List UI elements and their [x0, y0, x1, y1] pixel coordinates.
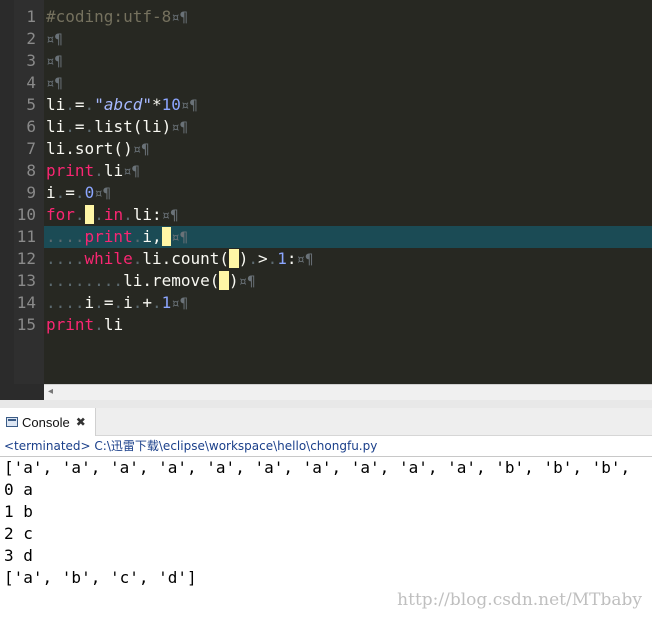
- line-number: 5: [26, 95, 36, 114]
- code-line-6[interactable]: li.=.list(li)¤¶: [46, 116, 188, 138]
- tab-console-label: Console: [22, 414, 70, 430]
- line-number: 10: [16, 205, 36, 224]
- paren: ): [229, 271, 239, 290]
- occurrence-marker: [161, 227, 172, 246]
- identifier: i: [84, 293, 95, 312]
- keyword: in: [103, 205, 124, 224]
- pilcrow-marker: ¤¶: [296, 252, 314, 268]
- colon: :: [286, 249, 297, 268]
- pilcrow-marker: ¤¶: [46, 76, 63, 92]
- number-literal: 0: [84, 183, 95, 202]
- pilcrow-marker: ¤¶: [171, 120, 189, 136]
- code-line-14[interactable]: ....i.=.i.+.1¤¶: [46, 292, 188, 314]
- watermark: http://blog.csdn.net/MTbaby: [397, 590, 642, 610]
- operator: >: [257, 249, 268, 268]
- code-line-8[interactable]: print.li¤¶: [46, 160, 140, 182]
- line-number: 4: [26, 73, 36, 92]
- code-line-1[interactable]: #coding:utf-8¤¶: [46, 6, 188, 28]
- pilcrow-marker: ¤¶: [123, 164, 140, 180]
- code-text: list(li): [94, 117, 172, 136]
- pilcrow-marker: ¤¶: [94, 186, 112, 202]
- editor-left-ruler: [0, 0, 14, 400]
- pilcrow-marker: ¤¶: [171, 230, 189, 246]
- output-line: ['a', 'a', 'a', 'a', 'a', 'a', 'a', 'a',…: [4, 458, 631, 477]
- code-line-9[interactable]: i.=.0¤¶: [46, 182, 111, 204]
- identifier: li: [103, 315, 124, 334]
- code-line-10[interactable]: for. .in.li:¤¶: [46, 204, 179, 226]
- code-line-15[interactable]: print.li: [46, 314, 123, 336]
- pilcrow-marker: ¤¶: [46, 32, 63, 48]
- line-number: 2: [26, 29, 36, 48]
- output-line: 1 b: [4, 502, 33, 521]
- code-line-12[interactable]: ....while.li.count( ).>.1:¤¶: [46, 248, 313, 270]
- line-number: 14: [16, 293, 36, 312]
- keyword: print: [46, 161, 95, 180]
- code-text: i,: [142, 227, 162, 246]
- pilcrow-marker: ¤¶: [46, 54, 63, 70]
- line-number: 8: [26, 161, 36, 180]
- operator: *: [151, 95, 162, 114]
- pilcrow-marker: ¤¶: [171, 10, 189, 26]
- output-line: ['a', 'b', 'c', 'd']: [4, 568, 197, 587]
- code-line-7[interactable]: li.sort()¤¶: [46, 138, 150, 160]
- code-line-4[interactable]: ¤¶: [46, 72, 63, 94]
- code-text: li.count(: [142, 249, 230, 268]
- code-area[interactable]: [44, 0, 652, 384]
- code-line-2[interactable]: ¤¶: [46, 28, 63, 50]
- view-separator: [0, 400, 652, 408]
- line-number: 15: [16, 315, 36, 334]
- number-literal: 10: [161, 95, 181, 114]
- paren: ): [238, 249, 249, 268]
- pilcrow-marker: ¤¶: [180, 98, 198, 114]
- line-number: 12: [16, 249, 36, 268]
- identifier: li: [46, 95, 66, 114]
- close-icon[interactable]: ✖: [76, 415, 86, 429]
- string-literal: "abcd": [94, 95, 152, 114]
- identifier: li: [46, 117, 66, 136]
- console-icon: [6, 417, 18, 427]
- occurrence-marker: [84, 205, 95, 224]
- comment-text: #coding:utf-8: [46, 7, 172, 26]
- identifier: i: [123, 293, 133, 312]
- line-number: 6: [26, 117, 36, 136]
- line-number: 7: [26, 139, 36, 158]
- keyword: print: [46, 315, 95, 334]
- code-line-13[interactable]: ........li.remove( )¤¶: [46, 270, 256, 292]
- output-line: 3 d: [4, 546, 33, 565]
- code-text: li:: [132, 205, 162, 224]
- code-editor[interactable]: 1 2 3 4 5 6 7 8 9 10 11 12 13 14 15 #cod…: [0, 0, 652, 400]
- output-line: 0 a: [4, 480, 33, 499]
- pilcrow-marker: ¤¶: [171, 296, 189, 312]
- line-number: 3: [26, 51, 36, 70]
- pilcrow-marker: ¤¶: [161, 208, 179, 224]
- keyword: while: [84, 249, 133, 268]
- scroll-corner: [0, 384, 44, 400]
- identifier: li: [103, 161, 124, 180]
- code-line-3[interactable]: ¤¶: [46, 50, 63, 72]
- code-text: li.sort(): [46, 139, 133, 158]
- line-number: 1: [26, 7, 36, 26]
- occurrence-marker: [229, 249, 239, 268]
- console-status: <terminated> C:\迅雷下载\eclipse\workspace\h…: [0, 436, 652, 456]
- number-literal: 1: [277, 249, 287, 268]
- output-line: 2 c: [4, 524, 33, 543]
- line-number: 11: [16, 227, 36, 246]
- code-line-11[interactable]: ....print.i, ¤¶: [46, 226, 188, 248]
- console-tabbar: Console ✖: [0, 408, 652, 436]
- keyword: for: [46, 205, 75, 224]
- horizontal-scrollbar[interactable]: ◂: [44, 384, 652, 400]
- keyword: print: [84, 227, 133, 246]
- line-number: 9: [26, 183, 36, 202]
- tab-console[interactable]: Console ✖: [0, 408, 96, 436]
- pilcrow-marker: ¤¶: [238, 274, 256, 290]
- line-number: 13: [16, 271, 36, 290]
- code-line-5[interactable]: li.=."abcd"*10¤¶: [46, 94, 198, 116]
- identifier: i: [46, 183, 56, 202]
- scroll-left-icon[interactable]: ◂: [48, 386, 53, 397]
- pilcrow-marker: ¤¶: [132, 142, 150, 158]
- number-literal: 1: [161, 293, 172, 312]
- code-text: li.remove(: [123, 271, 220, 290]
- occurrence-marker: [219, 271, 230, 290]
